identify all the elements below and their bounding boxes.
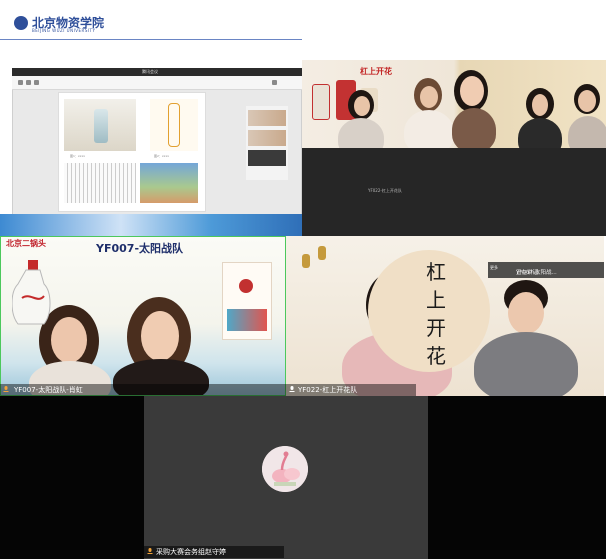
mini-video-1 [248, 110, 286, 126]
menu-icon [272, 80, 277, 85]
avatar [262, 446, 308, 492]
participant-body [452, 108, 496, 148]
video-feed-top-right [302, 60, 606, 148]
document-image-city-sketch [64, 163, 136, 203]
participant-body [474, 332, 578, 396]
shared-window-titlebar: 腾讯会议 [12, 68, 302, 76]
document-image-sketch [150, 99, 198, 151]
speaker-name: YF007-太阳战... [516, 270, 557, 276]
shared-window-title: 腾讯会议 [142, 69, 158, 74]
forward-icon [26, 80, 31, 85]
document-caption-1: 图1：xxxx [70, 154, 86, 158]
microphone-icon [289, 386, 295, 392]
document-image-bottle [64, 99, 136, 151]
university-logo-icon [14, 16, 28, 30]
vase-icon [12, 260, 51, 325]
participant-face [420, 86, 438, 108]
participant-face [508, 292, 544, 334]
mini-video-panel [246, 106, 288, 180]
speaker-more[interactable]: 更多 [490, 265, 498, 271]
flamingo-avatar-icon [262, 446, 308, 492]
participant-face [460, 76, 484, 106]
participant-body [518, 118, 562, 148]
product-bottle [312, 84, 330, 120]
participant-face [354, 96, 370, 116]
vertical-banner-text: 杠上开花 [426, 260, 446, 368]
shared-window-toolbar [12, 76, 302, 90]
brand-logo-text: 北京二锅头 [6, 238, 46, 248]
document-image-city-color [140, 163, 198, 203]
participant-label-yf007: YF007-太阳战队-肖虹 [0, 384, 286, 396]
mini-video-3 [248, 150, 286, 166]
header-divider [0, 39, 302, 40]
participant-body [404, 110, 454, 148]
refresh-icon [34, 80, 39, 85]
back-icon [18, 80, 23, 85]
product-card [222, 262, 272, 340]
participant-face [51, 317, 87, 363]
microphone-icon [147, 548, 153, 554]
participant-name: 采购大赛会务组赵守婷 [156, 548, 226, 556]
participant-name: YF022-杠上开花队 [298, 386, 358, 394]
participant-body [338, 118, 384, 148]
lantern-icon [302, 254, 310, 268]
participant-face [141, 311, 179, 361]
mini-video-2 [248, 130, 286, 146]
lantern-icon [318, 246, 326, 260]
wave-background [0, 214, 302, 238]
team-title: YF007-太阳战队 [96, 242, 184, 255]
document-caption-2: 图2：xxxx [154, 154, 170, 158]
participant-body [568, 116, 606, 148]
speaking-indicator[interactable]: 正在讲话: YF007-太阳战... 更多 [488, 262, 604, 278]
participant-name: YF007-太阳战队-肖虹 [14, 386, 83, 394]
top-right-caption: YF022-杠上开花队 [368, 188, 402, 193]
participant-face [578, 90, 596, 112]
participant-face [532, 94, 548, 116]
top-right-banner-text: 杠上开花 [360, 67, 392, 76]
university-name-en: BEIJING WUZI UNIVERSITY [32, 28, 96, 33]
microphone-icon [3, 386, 9, 392]
participant-label-yf022: YF022-杠上开花队 [286, 384, 416, 396]
participant-label-organizer: 采购大赛会务组赵守婷 [144, 546, 284, 558]
